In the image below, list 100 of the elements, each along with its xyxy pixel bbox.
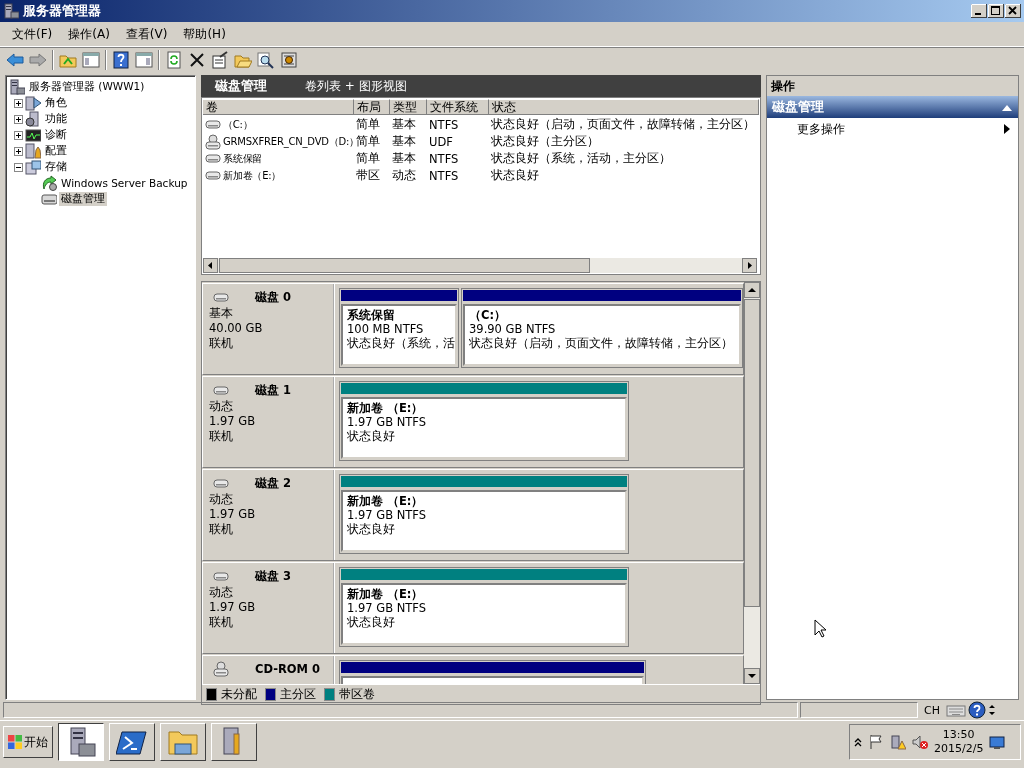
properties-icon[interactable] (211, 51, 229, 69)
close-button[interactable] (1005, 4, 1021, 18)
disk-status: 联机 (209, 429, 234, 444)
table-cell-text: 简单 (355, 117, 381, 132)
table-cell-text: 动态 (391, 168, 417, 183)
menu-item[interactable]: 文件(F) (6, 23, 59, 45)
table-cell: 新加卷（E:） (223, 168, 282, 183)
console-tree-icon[interactable] (82, 51, 100, 69)
table-cell-text: NTFS (428, 168, 460, 183)
table-cell-text: 状态良好（启动，页面文件，故障转储，主分区） (490, 117, 756, 132)
table-cell-text: NTFS (428, 117, 460, 132)
disk-size: 1.97 GB (209, 600, 257, 615)
horizontal-scrollbar[interactable] (203, 258, 757, 273)
action-link[interactable]: 更多操作 (797, 120, 845, 138)
disk-name: 磁盘 2 (255, 475, 291, 491)
disk-size: 1.97 GB (209, 507, 257, 522)
disk-drive-icon (41, 191, 57, 207)
tree-item[interactable]: 配置 (43, 144, 69, 158)
disk-name: CD-ROM 0 (255, 661, 321, 677)
table-cell-text: 基本 (391, 117, 417, 132)
chevron-up-icon[interactable] (854, 737, 862, 747)
tree-item[interactable]: 功能 (43, 112, 69, 126)
back-arrow-icon[interactable] (6, 51, 24, 69)
disk-status: 联机 (209, 522, 234, 537)
menu-item[interactable]: 帮助(H) (177, 23, 232, 45)
tree-item[interactable]: Windows Server Backup (59, 177, 190, 189)
partition-status: 状态良好（启动，页面文件，故障转储，主分区） (469, 336, 734, 350)
disk-type: 动态 (209, 585, 234, 600)
disk-size: 40.00 GB (209, 321, 264, 336)
action-pane-icon[interactable] (135, 51, 153, 69)
options-arrow-icon[interactable] (987, 703, 996, 717)
partition-status: 状态良好 (347, 429, 396, 443)
cd-drive-icon (205, 133, 221, 150)
table-cell: 系统保留 (223, 151, 263, 166)
pane-title: 操作 (767, 76, 1018, 96)
disk-drive-icon (205, 170, 221, 181)
tree-item[interactable]: 诊断 (43, 128, 69, 142)
partition-detail: 1.97 GB NTFS (347, 508, 428, 522)
vertical-scrollbar[interactable] (744, 282, 760, 684)
table-cell-text: NTFS (428, 151, 460, 166)
menu-item[interactable]: 操作(A) (62, 23, 116, 45)
partition-detail: 1.97 GB NTFS (347, 415, 428, 429)
expand-icon[interactable] (14, 98, 23, 108)
collapse-triangle-icon[interactable] (1002, 103, 1012, 111)
server-icon (9, 79, 25, 95)
section-header[interactable]: 磁盘管理 (767, 96, 1018, 118)
partition-label: （C:） (469, 308, 508, 322)
disk-name: 磁盘 3 (255, 568, 291, 584)
partition-label: 新加卷 （E:） (347, 401, 425, 415)
tree-item[interactable]: 角色 (43, 96, 69, 110)
minimize-button[interactable] (971, 4, 987, 18)
settings-icon[interactable] (280, 51, 298, 69)
server-icon (25, 111, 41, 127)
table-cell-text: 带区 (355, 168, 381, 183)
mouse-pointer-icon (814, 619, 826, 638)
disk-drive-icon (213, 570, 229, 582)
tree-item[interactable]: 服务器管理器 (WWW1) (27, 80, 147, 94)
section-title: 磁盘管理 (772, 98, 824, 116)
refresh-icon[interactable] (165, 51, 183, 69)
table-cell-text: 状态良好 (490, 168, 540, 183)
column-header[interactable]: 卷 (203, 99, 354, 115)
delete-icon[interactable] (188, 51, 206, 69)
server-icon (25, 143, 41, 159)
column-header[interactable]: 状态 (489, 99, 759, 115)
table-cell-text: 基本 (391, 134, 417, 149)
search-icon[interactable] (257, 51, 275, 69)
cd-drive-icon (213, 661, 229, 677)
submenu-arrow-icon (1004, 124, 1010, 134)
table-cell-text: 状态良好（系统，活动，主分区） (490, 151, 672, 166)
disk-status: 联机 (209, 615, 234, 630)
show-desktop-icon[interactable] (989, 734, 1006, 750)
expand-icon[interactable] (14, 130, 23, 140)
tree-item[interactable]: 存储 (43, 160, 69, 174)
start-button[interactable]: 开始 (3, 726, 53, 758)
speaker-muted-icon[interactable] (912, 734, 928, 750)
network-warning-icon[interactable] (890, 734, 906, 750)
column-header[interactable]: 文件系统 (427, 99, 489, 115)
server-icon (3, 3, 19, 19)
legend-label: 带区卷 (339, 686, 375, 703)
column-header[interactable]: 布局 (354, 99, 390, 115)
partition-label: 系统保留 (347, 308, 396, 322)
server-icon (25, 95, 41, 111)
clock-date: 2015/2/5 (934, 742, 984, 756)
menu-item[interactable]: 查看(V) (119, 23, 174, 45)
disk-name: 磁盘 1 (255, 382, 291, 398)
disk-drive-icon (213, 291, 229, 303)
partition-label: 新加卷 （E:） (347, 587, 425, 601)
collapse-icon[interactable] (14, 162, 23, 172)
maximize-button[interactable] (988, 4, 1004, 18)
language-indicator[interactable]: CH (920, 703, 944, 717)
help-icon[interactable] (112, 51, 130, 69)
expand-icon[interactable] (14, 146, 23, 156)
flag-icon[interactable] (868, 734, 884, 750)
tree-item[interactable]: 磁盘管理 (59, 192, 107, 206)
expand-icon[interactable] (14, 114, 23, 124)
window-title: 服务器管理器 (23, 2, 102, 20)
partition-label: 新加卷 （E:） (347, 494, 425, 508)
taskbar-button[interactable] (58, 723, 104, 761)
column-header[interactable]: 类型 (390, 99, 427, 115)
help-icon[interactable] (967, 701, 986, 719)
